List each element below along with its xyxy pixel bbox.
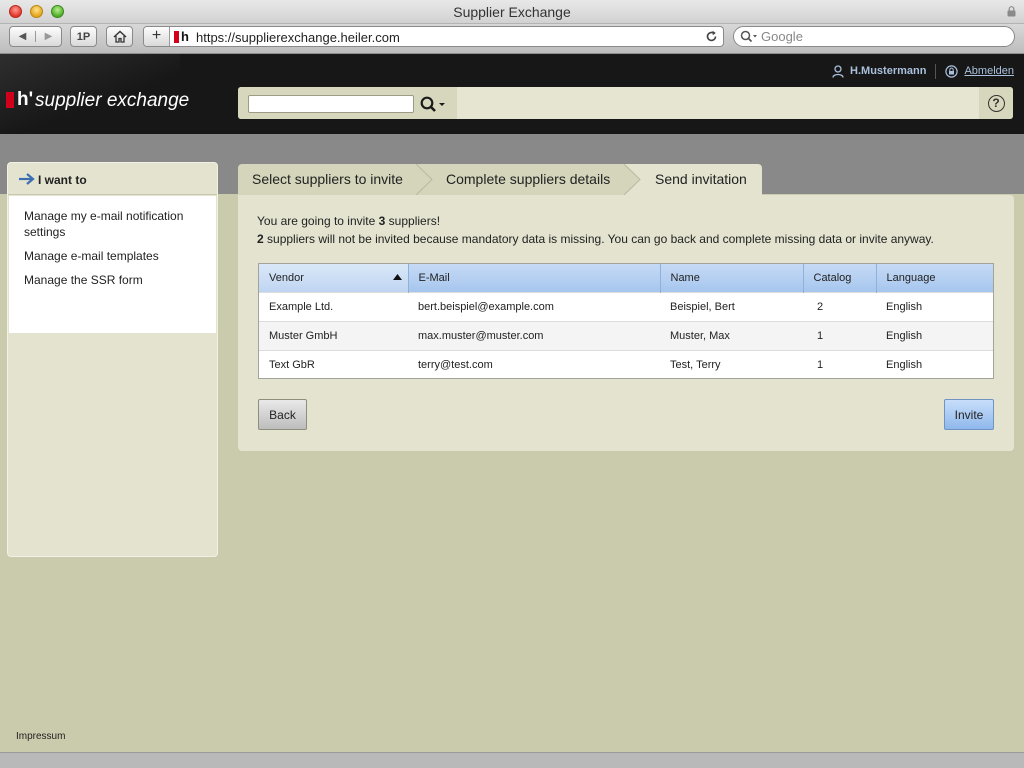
tab-select-suppliers[interactable]: Select suppliers to invite [238,164,416,195]
invite-summary-suffix: suppliers! [385,214,441,228]
cell-language: English [876,291,993,321]
user-icon [832,64,844,78]
browser-back-icon[interactable]: ◀ [10,31,36,42]
secure-lock-icon [1007,6,1016,17]
brand-name: supplier exchange [35,90,190,111]
app-search-button[interactable] [419,95,449,113]
browser-status-bar [0,752,1024,768]
sidebar-menu: Manage my e-mail notification settings M… [9,196,216,333]
invite-button[interactable]: Invite [944,399,994,430]
tab-send-invitation[interactable]: Send invitation [624,164,762,195]
cell-email: terry@test.com [408,349,660,379]
browser-toolbar: ◀ ▶ 1P + h https://supplierexchange.heil… [0,24,1024,54]
cell-email: max.muster@muster.com [408,320,660,350]
cell-catalog: 1 [803,349,876,379]
tab-complete-details[interactable]: Complete suppliers details [416,164,624,195]
table-row[interactable]: Text GbR terry@test.com Test, Terry 1 En… [259,349,993,379]
cell-vendor: Muster GmbH [259,320,408,350]
app-header: h' supplier exchange H.Mustermann Abmeld… [0,54,1024,134]
user-area-divider [935,63,937,79]
window-title: Supplier Exchange [453,4,571,20]
sort-ascending-icon [392,274,402,280]
search-icon [740,30,757,43]
column-header-name[interactable]: Name [660,264,804,292]
home-button[interactable] [106,26,133,47]
reload-icon[interactable] [705,30,718,43]
site-favicon-icon: h [174,29,192,44]
cell-catalog: 1 [803,320,876,350]
brand-mark: h' [17,89,34,110]
browser-forward-icon[interactable]: ▶ [36,31,61,42]
suppliers-table: Vendor E-Mail Name Catalog Language Exam… [258,263,994,379]
table-row[interactable]: Example Ltd. bert.beispiel@example.com B… [259,291,993,321]
step-chevron-2 [624,164,642,195]
column-header-catalog[interactable]: Catalog [803,264,877,292]
magnifier-icon [420,96,445,112]
app-search-input[interactable] [248,95,414,113]
cell-vendor: Text GbR [259,349,408,379]
sidebar-item-email-templates[interactable]: Manage e-mail templates [24,248,201,264]
cell-name: Muster, Max [660,320,803,350]
back-forward-group: ◀ ▶ [9,26,62,47]
address-bar[interactable]: + h https://supplierexchange.heiler.com [143,26,724,47]
sidebar: I want to Manage my e-mail notification … [7,162,218,557]
skipped-summary: 2 suppliers will not be invited because … [257,232,934,246]
cell-email: bert.beispiel@example.com [408,291,660,321]
window-titlebar: Supplier Exchange [0,0,1024,24]
user-area: H.Mustermann Abmelden [832,63,1014,79]
skipped-count: 2 [257,232,264,246]
cell-vendor: Example Ltd. [259,291,408,321]
browser-search-field[interactable] [733,26,1015,47]
table-row[interactable]: Muster GmbH max.muster@muster.com Muster… [259,320,993,350]
sidebar-item-email-notifications[interactable]: Manage my e-mail notification settings [24,208,201,240]
cell-language: English [876,320,993,350]
brand-red-bar [6,92,14,108]
column-header-email[interactable]: E-Mail [408,264,661,292]
column-header-vendor-label: Vendor [269,271,304,284]
column-header-vendor[interactable]: Vendor [259,264,409,292]
cell-name: Beispiel, Bert [660,291,803,321]
cell-language: English [876,349,993,379]
browser-search-input[interactable] [761,29,1001,44]
cell-name: Test, Terry [660,349,803,379]
impressum-link[interactable]: Impressum [16,731,65,742]
back-button[interactable]: Back [258,399,307,430]
onepassword-button[interactable]: 1P [70,26,97,47]
invitation-panel: You are going to invite 3 suppliers! 2 s… [238,195,1014,451]
add-bookmark-icon[interactable]: + [144,27,170,46]
invite-summary-prefix: You are going to invite [257,214,379,228]
sidebar-title: I want to [38,173,87,187]
app-search-section [238,87,457,119]
help-icon: ? [987,94,1005,112]
column-header-language[interactable]: Language [876,264,993,292]
step-chevron-1 [416,164,434,195]
sidebar-item-ssr-form[interactable]: Manage the SSR form [24,272,201,288]
invite-summary: You are going to invite 3 suppliers! [257,214,440,228]
logout-link[interactable]: Abmelden [964,65,1014,77]
help-button[interactable]: ? [979,87,1013,119]
sidebar-header: I want to [8,163,217,195]
url-text: https://supplierexchange.heiler.com [196,30,400,45]
user-name[interactable]: H.Mustermann [850,65,926,77]
app-search-bar: ? [238,87,1013,119]
home-icon [112,30,127,43]
arrow-right-icon [19,173,35,185]
cell-catalog: 2 [803,291,876,321]
skipped-summary-text: suppliers will not be invited because ma… [263,232,934,246]
logout-lock-icon [945,64,959,78]
